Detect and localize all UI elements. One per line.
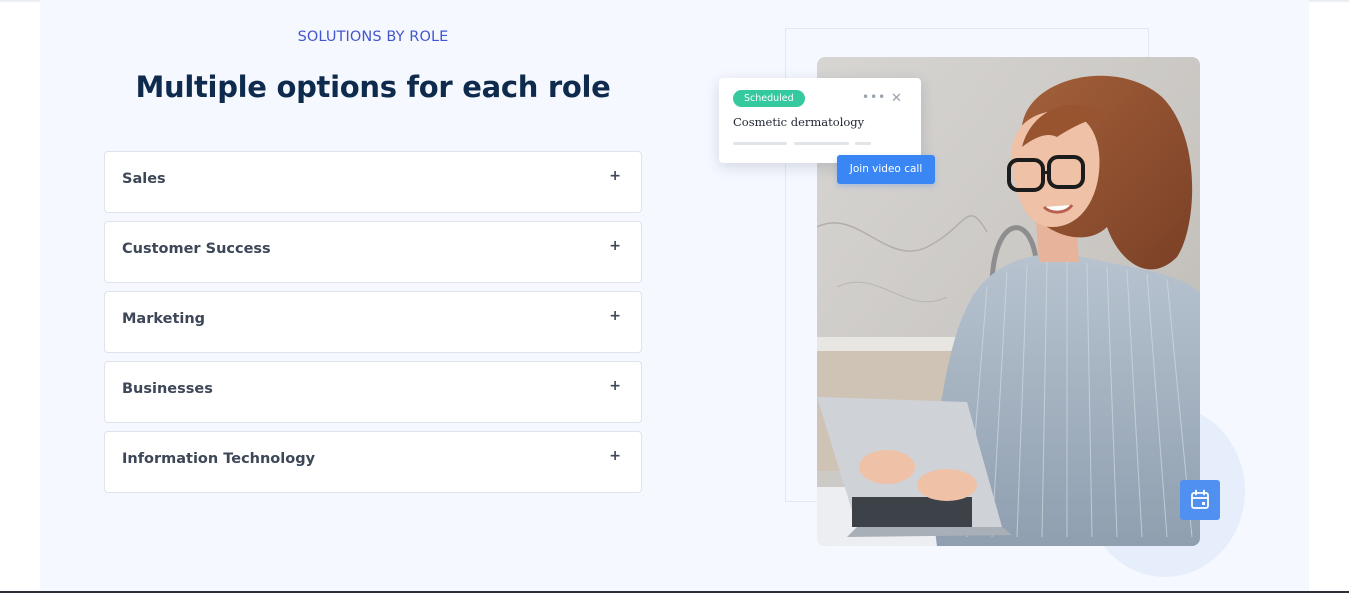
accordion-item-sales[interactable]: Sales + [104, 151, 642, 213]
close-icon[interactable]: ✕ [891, 91, 902, 106]
plus-icon[interactable]: + [609, 448, 621, 464]
accordion-item-label: Information Technology [122, 451, 316, 467]
accordion-item-businesses[interactable]: Businesses + [104, 361, 642, 423]
status-badge: Scheduled [733, 90, 805, 107]
placeholder-bar [794, 142, 849, 145]
plus-icon[interactable]: + [609, 378, 621, 394]
appointment-title: Cosmetic dermatology [733, 115, 865, 129]
placeholder-bar [855, 142, 871, 145]
accordion-item-label: Sales [122, 171, 166, 187]
placeholder-bar [733, 142, 787, 145]
role-accordion: Sales + Customer Success + Marketing + B… [104, 151, 642, 501]
accordion-item-information-technology[interactable]: Information Technology + [104, 431, 642, 493]
calendar-button[interactable] [1180, 480, 1220, 520]
section-eyebrow: SOLUTIONS BY ROLE [297, 29, 449, 45]
section-heading: Multiple options for each role [135, 70, 611, 104]
appointment-card: Scheduled ••• ✕ Cosmetic dermatology [719, 78, 921, 163]
more-dots-icon[interactable]: ••• [862, 90, 886, 104]
plus-icon[interactable]: + [609, 308, 621, 324]
accordion-item-label: Customer Success [122, 241, 271, 257]
calendar-icon [1191, 489, 1209, 509]
accordion-item-customer-success[interactable]: Customer Success + [104, 221, 642, 283]
accordion-item-label: Marketing [122, 311, 206, 327]
accordion-item-label: Businesses [122, 381, 213, 397]
plus-icon[interactable]: + [609, 168, 621, 184]
join-video-call-button[interactable]: Join video call [837, 155, 935, 184]
plus-icon[interactable]: + [609, 238, 621, 254]
accordion-item-marketing[interactable]: Marketing + [104, 291, 642, 353]
